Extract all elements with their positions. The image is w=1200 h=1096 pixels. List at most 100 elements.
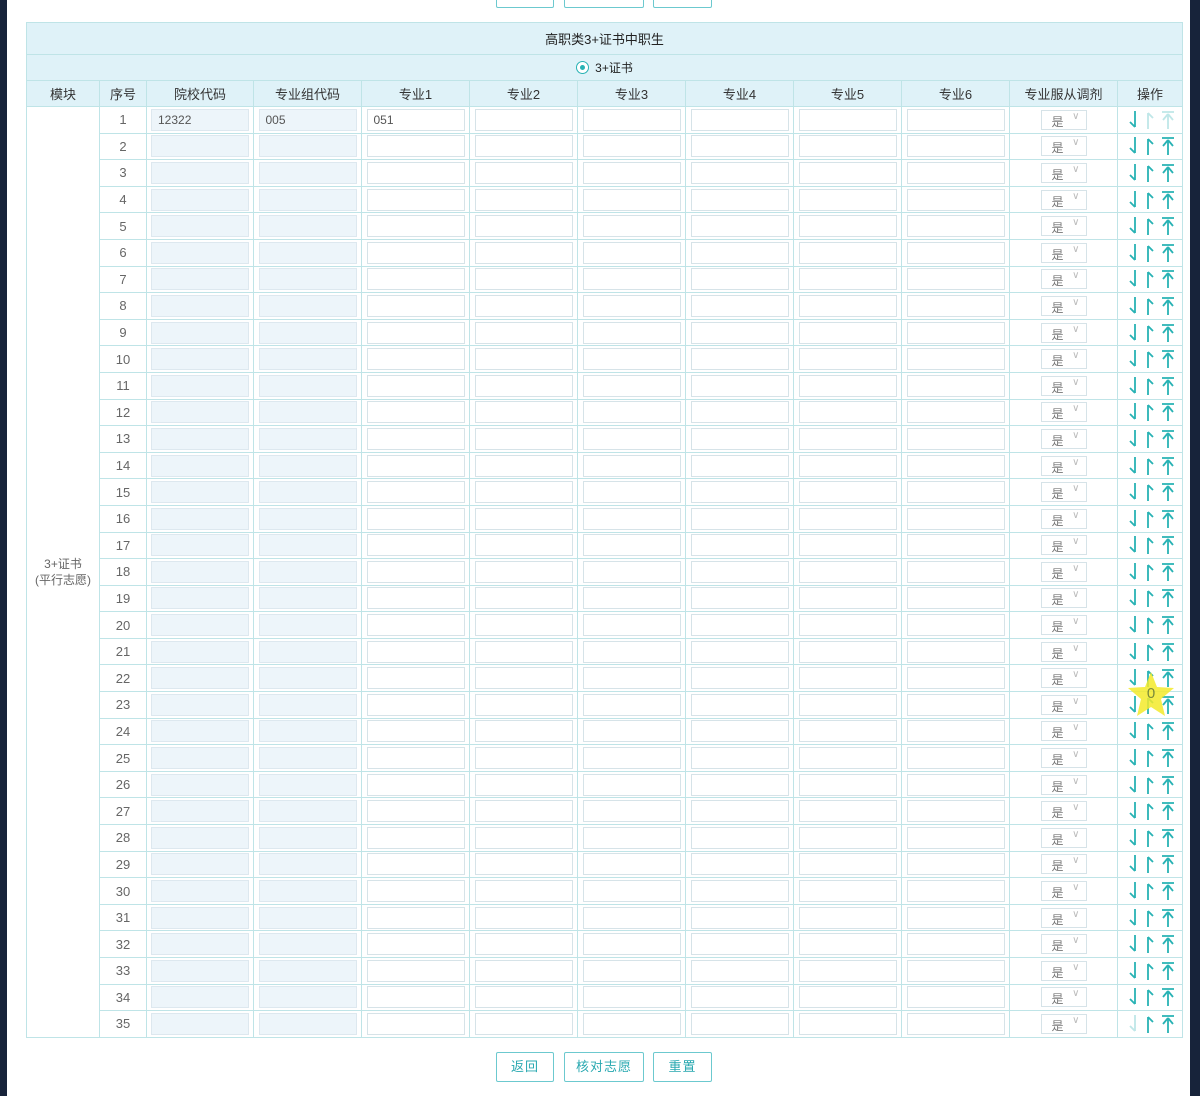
major1-input[interactable] — [366, 481, 465, 504]
major4-input[interactable] — [690, 348, 789, 371]
major5-input[interactable] — [798, 321, 897, 344]
major5-input[interactable] — [798, 853, 897, 876]
major6-input[interactable] — [906, 135, 1005, 158]
major6-input[interactable] — [906, 268, 1005, 291]
arrow-to-top-icon[interactable] — [1161, 828, 1174, 848]
major5-input[interactable] — [798, 268, 897, 291]
obey-select[interactable]: 是 ∨ — [1040, 109, 1087, 130]
major3-input[interactable] — [582, 720, 681, 743]
obey-select[interactable]: 是 ∨ — [1040, 934, 1087, 955]
arrow-down-icon[interactable] — [1127, 110, 1139, 130]
major2-input[interactable] — [474, 507, 573, 530]
obey-select[interactable]: 是 ∨ — [1040, 508, 1087, 529]
major5-input[interactable] — [798, 294, 897, 317]
arrow-down-icon[interactable] — [1127, 456, 1139, 476]
group-code-input[interactable] — [258, 587, 357, 610]
arrow-down-icon[interactable] — [1127, 908, 1139, 928]
school-code-input[interactable] — [151, 454, 249, 477]
school-code-input[interactable] — [151, 933, 249, 956]
major6-input[interactable] — [906, 747, 1005, 770]
arrow-to-top-icon[interactable] — [1161, 269, 1174, 289]
arrow-up-icon[interactable] — [1144, 190, 1156, 210]
major1-input[interactable] — [366, 1012, 465, 1035]
arrow-to-top-icon[interactable] — [1161, 216, 1174, 236]
major2-input[interactable] — [474, 614, 573, 637]
major6-input[interactable] — [906, 800, 1005, 823]
arrow-down-icon[interactable] — [1127, 642, 1139, 662]
major2-input[interactable] — [474, 667, 573, 690]
arrow-down-icon[interactable] — [1127, 961, 1139, 981]
major6-input[interactable] — [906, 427, 1005, 450]
group-code-input[interactable] — [258, 481, 357, 504]
arrow-up-icon[interactable] — [1144, 934, 1156, 954]
arrow-down-icon[interactable] — [1127, 216, 1139, 236]
top-button-1[interactable] — [496, 0, 554, 8]
school-code-input[interactable] — [151, 534, 249, 557]
arrow-up-icon[interactable] — [1144, 908, 1156, 928]
obey-select[interactable]: 是 ∨ — [1040, 854, 1087, 875]
school-code-input[interactable] — [151, 906, 249, 929]
arrow-to-top-icon[interactable] — [1161, 190, 1174, 210]
group-code-input[interactable] — [258, 800, 357, 823]
major2-input[interactable] — [474, 427, 573, 450]
major1-input[interactable] — [366, 880, 465, 903]
school-code-input[interactable]: 12322 — [151, 108, 249, 131]
major2-input[interactable] — [474, 853, 573, 876]
back-button[interactable]: 返回 — [496, 1052, 554, 1082]
arrow-down-icon[interactable] — [1127, 615, 1139, 635]
major3-input[interactable] — [582, 374, 681, 397]
group-code-input[interactable] — [258, 348, 357, 371]
major1-input[interactable] — [366, 427, 465, 450]
major4-input[interactable] — [690, 773, 789, 796]
major4-input[interactable] — [690, 161, 789, 184]
major2-input[interactable] — [474, 800, 573, 823]
group-code-input[interactable] — [258, 507, 357, 530]
arrow-to-top-icon[interactable] — [1161, 349, 1174, 369]
major2-input[interactable] — [474, 268, 573, 291]
arrow-up-icon[interactable] — [1144, 987, 1156, 1007]
obey-select[interactable]: 是 ∨ — [1040, 349, 1087, 370]
major4-input[interactable] — [690, 667, 789, 690]
arrow-down-icon[interactable] — [1127, 323, 1139, 343]
arrow-up-icon[interactable] — [1144, 588, 1156, 608]
major4-input[interactable] — [690, 986, 789, 1009]
major5-input[interactable] — [798, 747, 897, 770]
arrow-to-top-icon[interactable] — [1161, 908, 1174, 928]
obey-select[interactable]: 是 ∨ — [1040, 535, 1087, 556]
major3-input[interactable] — [582, 481, 681, 504]
major5-input[interactable] — [798, 667, 897, 690]
obey-select[interactable]: 是 ∨ — [1040, 615, 1087, 636]
school-code-input[interactable] — [151, 614, 249, 637]
obey-select[interactable]: 是 ∨ — [1040, 668, 1087, 689]
major4-input[interactable] — [690, 321, 789, 344]
obey-select[interactable]: 是 ∨ — [1040, 801, 1087, 822]
major6-input[interactable] — [906, 640, 1005, 663]
arrow-down-icon[interactable] — [1127, 987, 1139, 1007]
arrow-up-icon[interactable] — [1144, 216, 1156, 236]
school-code-input[interactable] — [151, 693, 249, 716]
major5-input[interactable] — [798, 427, 897, 450]
obey-select[interactable]: 是 ∨ — [1040, 721, 1087, 742]
major2-input[interactable] — [474, 640, 573, 663]
major5-input[interactable] — [798, 161, 897, 184]
major2-input[interactable] — [474, 454, 573, 477]
arrow-to-top-icon[interactable] — [1161, 748, 1174, 768]
major3-input[interactable] — [582, 880, 681, 903]
major6-input[interactable] — [906, 986, 1005, 1009]
major1-input[interactable] — [366, 188, 465, 211]
arrow-up-icon[interactable] — [1144, 1014, 1156, 1034]
major1-input[interactable] — [366, 215, 465, 238]
obey-select[interactable]: 是 ∨ — [1040, 136, 1087, 157]
top-button-3[interactable] — [653, 0, 712, 8]
major3-input[interactable] — [582, 959, 681, 982]
major5-input[interactable] — [798, 826, 897, 849]
group-code-input[interactable] — [258, 880, 357, 903]
group-code-input[interactable] — [258, 454, 357, 477]
major2-input[interactable] — [474, 880, 573, 903]
arrow-to-top-icon[interactable] — [1161, 987, 1174, 1007]
major5-input[interactable] — [798, 587, 897, 610]
arrow-up-icon[interactable] — [1144, 429, 1156, 449]
group-code-input[interactable] — [258, 720, 357, 743]
major2-input[interactable] — [474, 773, 573, 796]
arrow-to-top-icon[interactable] — [1161, 136, 1174, 156]
